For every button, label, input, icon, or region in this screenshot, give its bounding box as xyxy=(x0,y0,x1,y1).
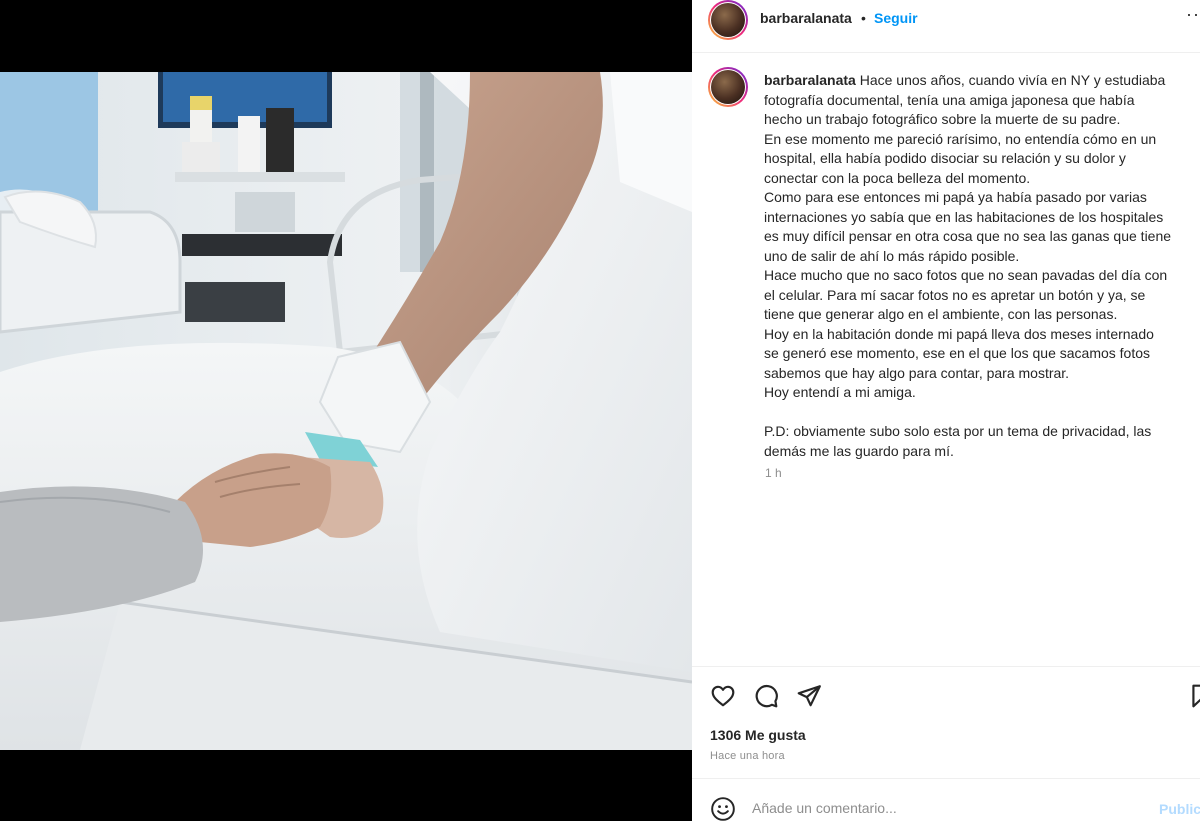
follow-button[interactable]: Seguir xyxy=(874,10,918,26)
caption-line: internaciones yo sabía que en las habita… xyxy=(764,208,1164,225)
caption-line: sabemos que hay algo para contar, para m… xyxy=(764,364,1070,381)
caption-line: hospital, ella había podido disociar su … xyxy=(764,150,1126,166)
caption-line: Como para ese entonces mi papá ya había … xyxy=(764,189,1147,205)
send-icon[interactable] xyxy=(796,683,822,709)
caption-avatar-image xyxy=(711,70,745,104)
caption-line: En ese momento me pareció rarísimo, no e… xyxy=(764,130,1157,147)
caption-ps-line: demás me las guardo para mí. xyxy=(764,442,954,459)
caption-line: se generó ese momento, ese en el que los… xyxy=(764,345,1151,361)
caption-line: Hoy en la habitación donde mi papá lleva… xyxy=(764,325,1154,342)
caption-line: el celular. Para mí sacar fotos no es ap… xyxy=(764,286,1146,303)
heart-icon[interactable] xyxy=(710,683,736,709)
caption-ps-line: P.D: obviamente subo solo esta por un te… xyxy=(764,423,1152,439)
caption-time[interactable]: 1 h xyxy=(765,466,782,480)
header-username[interactable]: barbaralanata xyxy=(760,10,852,26)
post-date[interactable]: Hace una hora xyxy=(710,750,785,762)
comment-icon[interactable] xyxy=(753,683,779,709)
avatar[interactable] xyxy=(708,0,748,40)
post-photo[interactable] xyxy=(0,72,692,750)
caption-line: conectar con la poca belleza del momento… xyxy=(764,169,1031,186)
media-panel xyxy=(0,0,692,821)
comment-bar: Publicar xyxy=(692,778,1200,821)
more-options-icon[interactable]: ·· xyxy=(1186,4,1200,25)
caption-line: fotografía documental, tenía una amiga j… xyxy=(764,91,1135,108)
caption-line: uno de salir de ahí lo más rápido posibl… xyxy=(764,247,1020,264)
hospital-hands-photo xyxy=(0,72,692,750)
caption-line: Hoy entendí a mi amiga. xyxy=(764,384,916,400)
header-separator: • xyxy=(861,10,866,26)
caption-line: Hace mucho que no saco fotos que no sean… xyxy=(764,267,1168,283)
publish-button[interactable]: Publicar xyxy=(1159,801,1200,817)
caption-username[interactable]: barbaralanata xyxy=(764,72,856,88)
avatar-image xyxy=(711,3,745,37)
post-header: barbaralanata • Seguir ·· xyxy=(692,0,1200,53)
action-bar xyxy=(692,666,1200,723)
caption-text: Hace unos años, cuando vivía en NY y est… xyxy=(859,72,1166,88)
caption-line: tiene que generar algo en el ambiente, c… xyxy=(764,306,1118,322)
bookmark-icon[interactable] xyxy=(1188,683,1200,709)
post-details-panel: barbaralanata • Seguir ·· barbaralanata … xyxy=(692,0,1200,821)
caption-line: es muy difícil pensar en otra cosa que n… xyxy=(764,228,1172,244)
instagram-post-view: barbaralanata • Seguir ·· barbaralanata … xyxy=(0,0,1200,821)
caption-avatar[interactable] xyxy=(708,67,748,107)
likes-count[interactable]: 1306 Me gusta xyxy=(710,727,806,743)
emoji-icon[interactable] xyxy=(710,796,736,821)
caption-first-line: barbaralanata Hace unos años, cuando viv… xyxy=(764,71,1196,91)
comment-input[interactable] xyxy=(752,794,1132,821)
post-caption: barbaralanata Hace unos años, cuando viv… xyxy=(764,71,1196,461)
caption-line: hecho un trabajo fotográfico sobre la mu… xyxy=(764,111,1121,127)
